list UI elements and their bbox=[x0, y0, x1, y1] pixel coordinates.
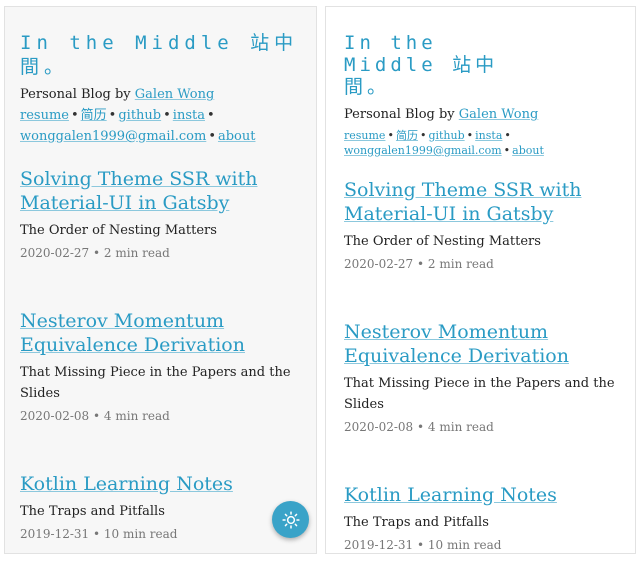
post-item: Kotlin Learning Notes The Traps and Pitf… bbox=[344, 483, 624, 553]
nav-links: resume • 简历 • github • insta • wonggalen1999@gma… bbox=[5, 105, 316, 147]
separator: • bbox=[417, 420, 425, 434]
separator: • bbox=[387, 129, 394, 142]
post-read-time: 4 min read bbox=[427, 420, 494, 434]
separator: • bbox=[163, 108, 171, 123]
post-date: 2020-02-08 bbox=[344, 420, 414, 434]
post-item: Nesterov Momentum Equivalence Derivation… bbox=[344, 320, 624, 437]
post-title-link[interactable]: Kotlin Learning Notes bbox=[344, 484, 557, 506]
site-title[interactable]: In the Middle 站中間。 bbox=[326, 7, 544, 98]
separator: • bbox=[93, 409, 101, 423]
post-title-link[interactable]: Solving Theme SSR with Material-UI in Ga… bbox=[344, 179, 582, 225]
post-read-time: 10 min read bbox=[427, 538, 502, 552]
post-subtitle: That Missing Piece in the Papers and the… bbox=[20, 365, 291, 401]
post-read-time: 4 min read bbox=[103, 409, 170, 423]
insta-link[interactable]: insta bbox=[475, 129, 502, 142]
separator: • bbox=[503, 144, 511, 157]
author-link[interactable]: Galen Wong bbox=[459, 107, 539, 122]
post-date: 2020-02-27 bbox=[20, 246, 90, 260]
post-read-time: 10 min read bbox=[103, 527, 178, 541]
separator: • bbox=[208, 129, 216, 144]
site-title[interactable]: In the Middle 站中間。 bbox=[5, 7, 316, 79]
resume-cn-link[interactable]: 简历 bbox=[81, 108, 107, 123]
post-date: 2020-02-08 bbox=[20, 409, 90, 423]
post-meta: 2020-02-27 • 2 min read bbox=[20, 243, 300, 263]
about-link[interactable]: about bbox=[512, 144, 544, 157]
post-date: 2019-12-31 bbox=[20, 527, 90, 541]
bio: Personal Blog by Galen Wong bbox=[5, 79, 316, 105]
post-subtitle: That Missing Piece in the Papers and the… bbox=[344, 376, 615, 412]
post-subtitle: The Traps and Pitfalls bbox=[344, 515, 489, 530]
post-read-time: 2 min read bbox=[103, 246, 170, 260]
post-subtitle: The Traps and Pitfalls bbox=[20, 504, 165, 519]
post-meta: 2019-12-31 • 10 min read bbox=[20, 524, 300, 544]
post-subtitle: The Order of Nesting Matters bbox=[344, 234, 541, 249]
author-link[interactable]: Galen Wong bbox=[135, 87, 215, 102]
blog-view-left: In the Middle 站中間。 Personal Blog by Gale… bbox=[4, 6, 317, 554]
github-link[interactable]: github bbox=[118, 108, 161, 123]
insta-link[interactable]: insta bbox=[173, 108, 205, 123]
bio: Personal Blog by Galen Wong bbox=[326, 98, 635, 125]
post-title-link[interactable]: Nesterov Momentum Equivalence Derivation bbox=[344, 321, 569, 367]
post-item: Solving Theme SSR with Material-UI in Ga… bbox=[20, 167, 300, 263]
theme-toggle-button[interactable] bbox=[272, 501, 309, 538]
post-date: 2019-12-31 bbox=[344, 538, 414, 552]
post-item: Solving Theme SSR with Material-UI in Ga… bbox=[344, 178, 624, 274]
post-date: 2020-02-27 bbox=[344, 257, 414, 271]
separator: • bbox=[70, 108, 79, 123]
post-meta: 2020-02-27 • 2 min read bbox=[344, 254, 624, 274]
separator: • bbox=[466, 129, 474, 142]
bio-prefix: Personal Blog by bbox=[20, 87, 135, 102]
about-link[interactable]: about bbox=[218, 129, 256, 144]
post-item: Nesterov Momentum Equivalence Derivation… bbox=[20, 309, 300, 426]
separator: • bbox=[108, 108, 117, 123]
separator: • bbox=[93, 527, 101, 541]
blog-view-right: In the Middle 站中間。 Personal Blog by Gale… bbox=[325, 6, 636, 554]
separator: • bbox=[419, 129, 427, 142]
separator: • bbox=[93, 246, 101, 260]
resume-link[interactable]: resume bbox=[344, 129, 385, 142]
post-read-time: 2 min read bbox=[427, 257, 494, 271]
post-title-link[interactable]: Nesterov Momentum Equivalence Derivation bbox=[20, 310, 245, 356]
separator: • bbox=[417, 257, 425, 271]
post-title-link[interactable]: Solving Theme SSR with Material-UI in Ga… bbox=[20, 168, 258, 214]
post-item: Kotlin Learning Notes The Traps and Pitf… bbox=[20, 472, 300, 544]
post-meta: 2020-02-08 • 4 min read bbox=[20, 406, 300, 426]
separator: • bbox=[206, 108, 215, 123]
sun-icon bbox=[281, 510, 300, 529]
post-title-link[interactable]: Kotlin Learning Notes bbox=[20, 473, 233, 495]
post-meta: 2019-12-31 • 10 min read bbox=[344, 535, 624, 553]
separator: • bbox=[417, 538, 425, 552]
nav-links: resume • 简历 • github • insta • wonggalen1999@gma… bbox=[326, 125, 635, 158]
email-link[interactable]: wonggalen1999@gmail.com bbox=[344, 144, 502, 157]
resume-link[interactable]: resume bbox=[20, 108, 69, 123]
resume-cn-link[interactable]: 简历 bbox=[396, 129, 418, 142]
separator: • bbox=[504, 129, 511, 142]
github-link[interactable]: github bbox=[428, 129, 464, 142]
post-subtitle: The Order of Nesting Matters bbox=[20, 223, 217, 238]
post-meta: 2020-02-08 • 4 min read bbox=[344, 417, 624, 437]
email-link[interactable]: wonggalen1999@gmail.com bbox=[20, 129, 206, 144]
bio-prefix: Personal Blog by bbox=[344, 107, 459, 122]
